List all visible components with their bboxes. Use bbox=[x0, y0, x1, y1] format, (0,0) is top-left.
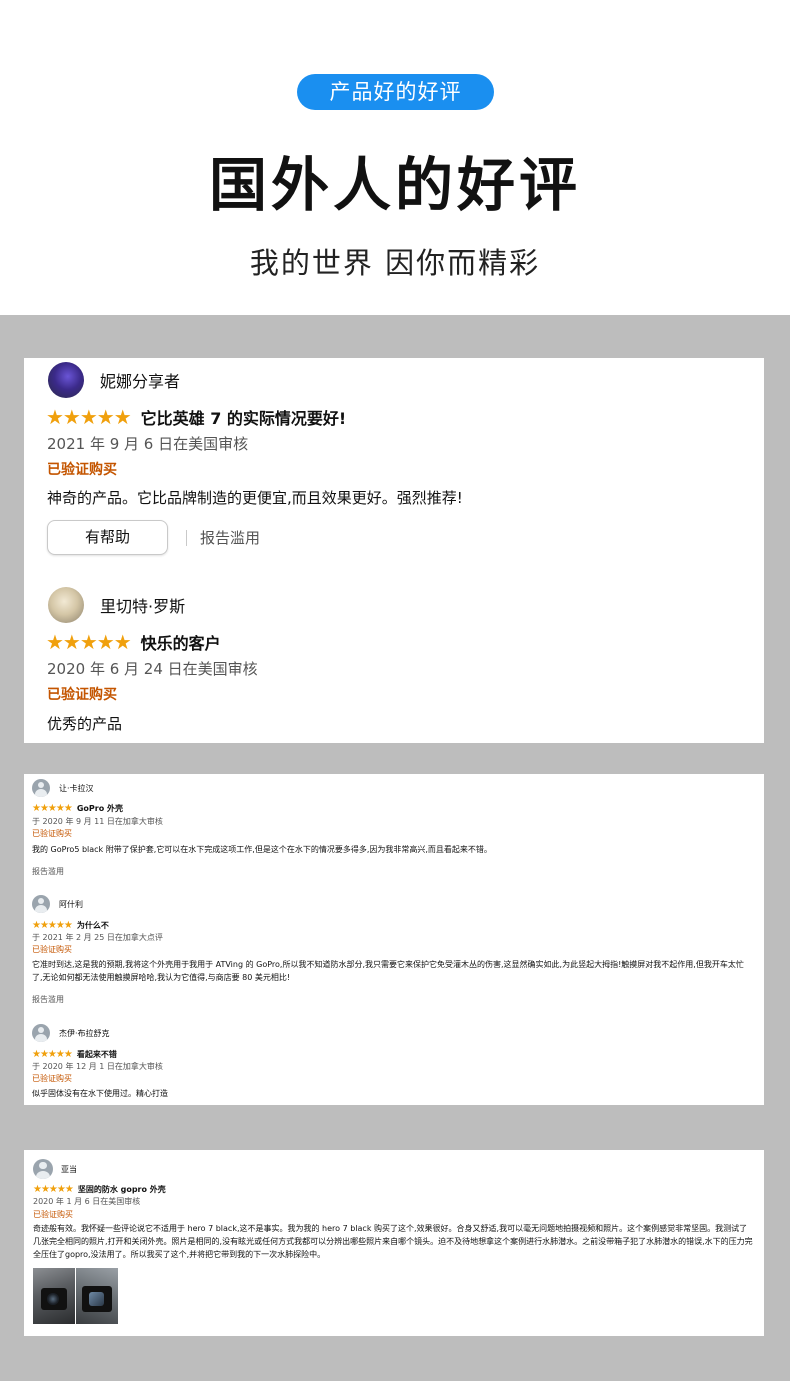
review-date: 2020 年 1 月 6 日在美国审核 bbox=[33, 1197, 141, 1206]
divider bbox=[186, 530, 187, 546]
review-title[interactable]: 看起来不错 bbox=[77, 1049, 117, 1060]
review-body: 它准时到达,这是我的预期,我将这个外壳用于我用于 ATVing 的 GoPro,… bbox=[32, 960, 744, 982]
reviewer-name: 让·卡拉汉 bbox=[59, 783, 94, 793]
page-subtitle: 我的世界 因你而精彩 bbox=[249, 246, 541, 280]
reviewer-name: 阿什利 bbox=[59, 899, 83, 909]
review-body: 我的 GoPro5 black 附带了保护套,它可以在水下完成这项工作,但是这个… bbox=[32, 845, 492, 854]
review-photo[interactable] bbox=[76, 1268, 118, 1324]
report-abuse-link[interactable]: 报告滥用 bbox=[200, 527, 260, 548]
review-date: 于 2021 年 2 月 25 日在加拿大点评 bbox=[32, 933, 163, 942]
review-date: 于 2020 年 9 月 11 日在加拿大审核 bbox=[32, 817, 163, 826]
review-title[interactable]: 坚固的防水 gopro 外壳 bbox=[78, 1184, 166, 1195]
page-header: 产品好的好评 国外人的好评 我的世界 因你而精彩 bbox=[0, 0, 790, 315]
rating-row: ★★★★★ 坚固的防水 gopro 外壳 bbox=[33, 1183, 166, 1195]
section-pill: 产品好的好评 bbox=[297, 74, 494, 110]
reviewer-name: 杰伊·布拉舒克 bbox=[59, 1028, 110, 1038]
camera-screen-image bbox=[89, 1292, 104, 1306]
review-card-photo: 亚当 ★★★★★ 坚固的防水 gopro 外壳 2020 年 1 月 6 日在美… bbox=[24, 1150, 764, 1336]
reviewer-name: 里切特·罗斯 bbox=[100, 597, 186, 616]
review-date: 于 2020 年 12 月 1 日在加拿大审核 bbox=[32, 1062, 163, 1071]
star-rating: ★★★★★ bbox=[32, 919, 73, 931]
reviewer-row: 里切特·罗斯 bbox=[48, 587, 185, 623]
avatar bbox=[32, 895, 50, 913]
review-date: 2021 年 9 月 6 日在美国审核 bbox=[47, 435, 249, 453]
rating-row: ★★★★★ 为什么不 bbox=[32, 919, 109, 931]
lens-image bbox=[47, 1293, 59, 1305]
report-abuse-link[interactable]: 报告滥用 bbox=[32, 994, 64, 1005]
reviewer-name: 亚当 bbox=[61, 1164, 77, 1174]
verified-purchase-badge: 已验证购买 bbox=[47, 687, 117, 703]
star-rating: ★★★★★ bbox=[33, 1183, 74, 1195]
review-title[interactable]: 快乐的客户 bbox=[141, 630, 221, 654]
avatar bbox=[32, 1024, 50, 1042]
avatar bbox=[48, 362, 84, 398]
reviewer-row: 亚当 bbox=[33, 1159, 77, 1179]
review-title[interactable]: 为什么不 bbox=[77, 920, 109, 931]
review-body: 奇迹般有效。我怀疑一些评论说它不适用于 hero 7 black,这不是事实。我… bbox=[33, 1224, 753, 1259]
avatar bbox=[33, 1159, 53, 1179]
verified-purchase-badge: 已验证购买 bbox=[32, 945, 72, 954]
rating-row: ★★★★★ 快乐的客户 bbox=[46, 630, 221, 654]
verified-purchase-badge: 已验证购买 bbox=[32, 829, 72, 838]
star-rating: ★★★★★ bbox=[32, 1048, 73, 1060]
rating-row: ★★★★★ 它比英雄 7 的实际情况要好! bbox=[46, 405, 347, 429]
review-card-large: 妮娜分享者 ★★★★★ 它比英雄 7 的实际情况要好! 2021 年 9 月 6… bbox=[24, 358, 764, 743]
review-date: 2020 年 6 月 24 日在美国审核 bbox=[47, 660, 258, 678]
reviewer-name: 妮娜分享者 bbox=[100, 372, 181, 391]
report-abuse-link[interactable]: 报告滥用 bbox=[32, 866, 64, 877]
review-body: 似乎固体没有在水下使用过。精心打造 bbox=[32, 1089, 168, 1098]
review-title[interactable]: 它比英雄 7 的实际情况要好! bbox=[141, 405, 347, 429]
verified-purchase-badge: 已验证购买 bbox=[32, 1074, 72, 1083]
review-body: 神奇的产品。它比品牌制造的更便宜,而且效果更好。强烈推荐! bbox=[47, 489, 463, 507]
star-rating: ★★★★★ bbox=[46, 405, 132, 429]
verified-purchase-badge: 已验证购买 bbox=[47, 462, 117, 478]
rating-row: ★★★★★ 看起来不错 bbox=[32, 1048, 117, 1060]
star-rating: ★★★★★ bbox=[46, 630, 132, 654]
review-card-small: 让·卡拉汉 ★★★★★ GoPro 外壳 于 2020 年 9 月 11 日在加… bbox=[24, 774, 764, 1105]
page-title: 国外人的好评 bbox=[208, 151, 581, 219]
helpful-button[interactable]: 有帮助 bbox=[47, 520, 168, 555]
review-photo[interactable] bbox=[33, 1268, 75, 1324]
rating-row: ★★★★★ GoPro 外壳 bbox=[32, 802, 123, 814]
review-title[interactable]: GoPro 外壳 bbox=[77, 803, 123, 814]
reviewer-row: 阿什利 bbox=[32, 895, 83, 913]
avatar bbox=[32, 779, 50, 797]
reviewer-row: 杰伊·布拉舒克 bbox=[32, 1024, 110, 1042]
star-rating: ★★★★★ bbox=[32, 802, 73, 814]
avatar bbox=[48, 587, 84, 623]
reviewer-row: 让·卡拉汉 bbox=[32, 779, 94, 797]
review-body: 优秀的产品 bbox=[47, 715, 123, 733]
verified-purchase-badge: 已验证购买 bbox=[33, 1210, 73, 1219]
reviewer-row: 妮娜分享者 bbox=[48, 362, 180, 398]
